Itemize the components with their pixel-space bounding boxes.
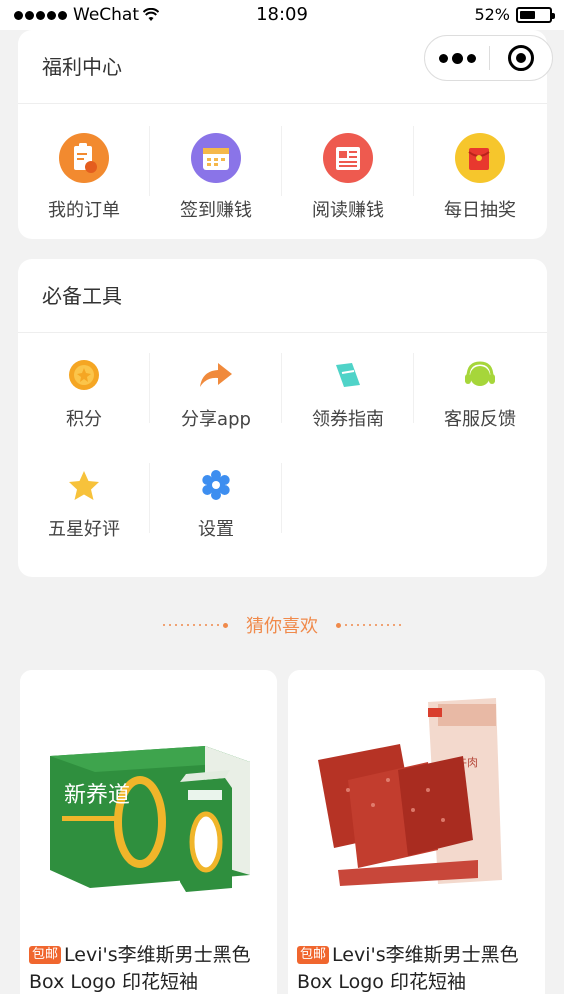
welfare-item-checkin[interactable]: 签到赚钱 (150, 104, 282, 239)
target-icon (508, 45, 534, 71)
product-name: 包邮 Levi's李维斯男士黑色Box Logo 印花短袖 (297, 942, 542, 994)
welfare-item-read-earn[interactable]: 阅读赚钱 (282, 104, 414, 239)
product-card[interactable]: 新养道 包邮 Levi's李维斯男士黑色Box Logo 印花短袖 (20, 670, 277, 994)
headset-icon (465, 361, 495, 386)
newspaper-icon (323, 133, 373, 183)
welfare-item-daily-lottery[interactable]: 每日抽奖 (414, 104, 546, 239)
gear-icon (202, 470, 230, 500)
share-arrow-icon (200, 363, 232, 387)
welfare-grid: 我的订单 签到赚钱 阅读赚钱 每日抽奖 (18, 104, 547, 239)
essential-tools-title: 必备工具 (18, 259, 547, 333)
decorative-dots-left (163, 622, 228, 628)
decorative-dots-right (336, 622, 401, 628)
free-shipping-tag: 包邮 (297, 946, 330, 964)
welfare-item-label: 每日抽奖 (444, 200, 516, 221)
close-mini-program-button[interactable] (490, 45, 552, 71)
product-card[interactable]: 牛肉 包邮 Levi's李维斯男士黑色Box Logo 印花短袖 (288, 670, 545, 994)
tool-item-label: 客服反馈 (444, 409, 516, 430)
tools-grid: 积分 分享app 领券指南 客服反馈 五星好评 设置 (18, 333, 547, 553)
battery-percent: 52% (474, 5, 510, 24)
tool-item-label: 领券指南 (312, 409, 384, 430)
red-envelope-icon (455, 133, 505, 183)
milk-box-image: 新养道 (20, 670, 277, 930)
product-name: 包邮 Levi's李维斯男士黑色Box Logo 印花短袖 (29, 942, 274, 994)
jerky-image: 牛肉 (288, 670, 545, 930)
product-title: Levi's李维斯男士黑色Box Logo 印花短袖 (29, 944, 251, 993)
tool-item-label: 五星好评 (48, 519, 120, 540)
recommend-header: 猜你喜欢 (0, 612, 564, 638)
welfare-item-label: 签到赚钱 (180, 200, 252, 221)
product-title: Levi's李维斯男士黑色Box Logo 印花短袖 (297, 944, 519, 993)
welfare-item-label: 阅读赚钱 (312, 200, 384, 221)
star-icon (69, 471, 99, 500)
battery-icon (516, 6, 555, 23)
tool-item-customer-service[interactable]: 客服反馈 (414, 333, 546, 443)
tool-item-label: 设置 (198, 519, 234, 540)
order-clipboard-icon (59, 133, 109, 183)
tool-item-settings[interactable]: 设置 (150, 443, 282, 553)
more-menu-button[interactable] (425, 36, 489, 80)
svg-text:新养道: 新养道 (64, 783, 130, 808)
welfare-item-my-orders[interactable]: 我的订单 (18, 104, 150, 239)
tool-item-share-app[interactable]: 分享app (150, 333, 282, 443)
tool-item-points[interactable]: 积分 (18, 333, 150, 443)
essential-tools-card: 必备工具 积分 分享app 领券指南 客服反馈 五星好评 设置 (18, 259, 547, 577)
recommend-title: 猜你喜欢 (246, 616, 318, 637)
points-coin-icon (69, 360, 99, 390)
coupon-icon (336, 363, 360, 387)
calendar-checkin-icon (191, 133, 241, 183)
tool-item-coupon-guide[interactable]: 领券指南 (282, 333, 414, 443)
tool-item-label: 积分 (66, 409, 102, 430)
free-shipping-tag: 包邮 (29, 946, 62, 964)
welfare-item-label: 我的订单 (48, 200, 120, 221)
status-bar: WeChat 18:09 52% (0, 0, 564, 30)
tool-item-label: 分享app (181, 409, 251, 430)
mini-program-capsule (424, 35, 553, 81)
tool-item-five-star[interactable]: 五星好评 (18, 443, 150, 553)
